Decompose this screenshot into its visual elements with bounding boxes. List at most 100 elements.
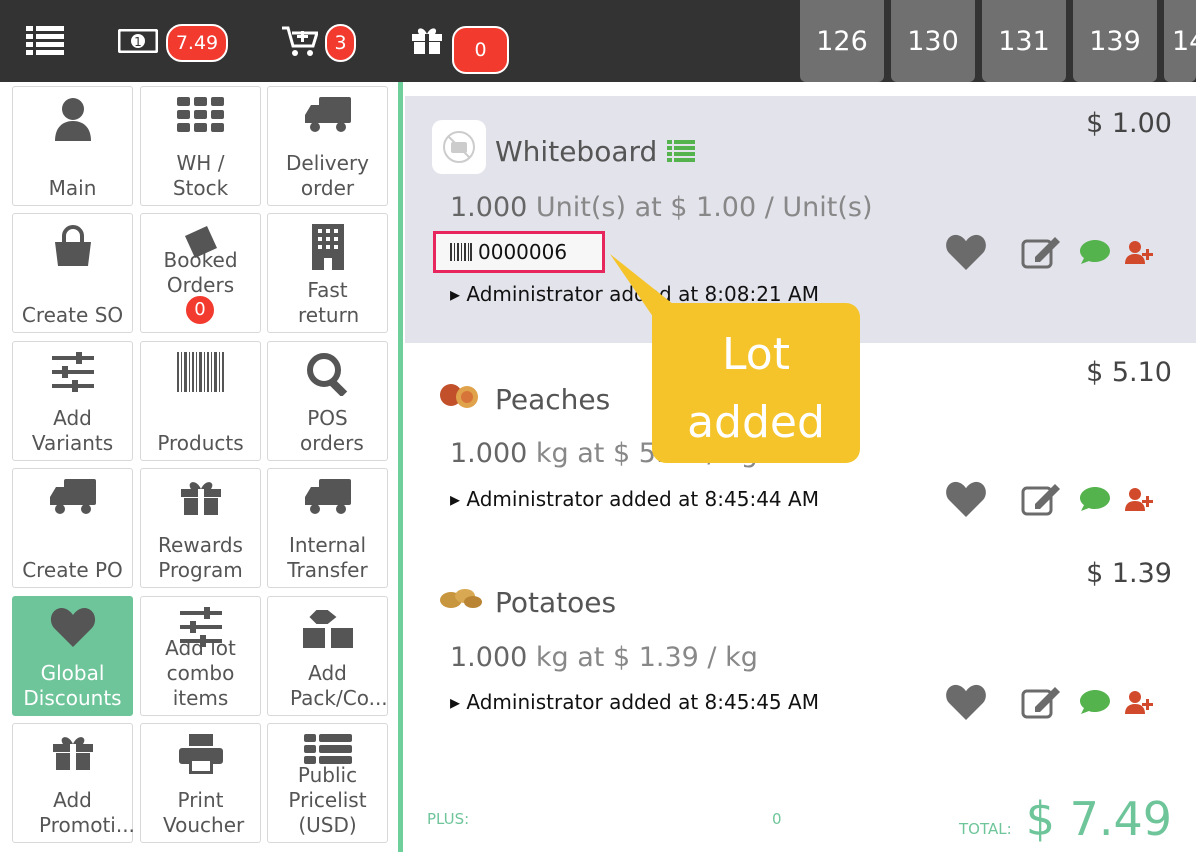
- cubes-icon: [268, 607, 387, 651]
- tile-label: Add lot combo items: [165, 636, 236, 710]
- add-user-icon[interactable]: [1125, 487, 1153, 511]
- list-icon: [667, 140, 695, 168]
- table-tab[interactable]: 139: [1073, 0, 1157, 82]
- table-tab[interactable]: 14: [1164, 0, 1196, 82]
- wh-stock-button[interactable]: WH / Stock: [140, 86, 261, 206]
- product-name: Potatoes: [495, 586, 617, 619]
- line-note: ▸ Administrator added at 8:45:45 AM: [450, 690, 819, 714]
- lot-number[interactable]: 0000006: [433, 231, 605, 273]
- line-price: $ 1.39: [1086, 558, 1172, 589]
- note-text: Administrator added at 8:45:45 AM: [466, 690, 819, 714]
- heart-icon: [13, 607, 132, 651]
- create-so-button[interactable]: Create SO: [12, 213, 133, 333]
- barcode-icon: [450, 243, 472, 261]
- fast-return-button[interactable]: Fast return: [267, 213, 388, 333]
- heart-icon[interactable]: [945, 481, 987, 517]
- tile-label: Add Variants: [31, 406, 114, 455]
- comment-icon[interactable]: [1079, 486, 1111, 512]
- gift-icon: [13, 734, 132, 778]
- line-price: $ 5.10: [1086, 357, 1172, 388]
- tile-label: Main: [48, 176, 97, 200]
- qty-value: 1.000: [450, 438, 528, 469]
- user-icon: [13, 97, 132, 141]
- tile-label: Products: [157, 431, 244, 455]
- cash-icon[interactable]: 1: [117, 28, 159, 57]
- product-image: [439, 586, 483, 614]
- plus-label: PLUS:: [427, 810, 470, 828]
- tile-label: Public Pricelist (USD): [288, 763, 367, 837]
- total-label: TOTAL:: [959, 820, 1012, 838]
- svg-text:1: 1: [134, 35, 142, 49]
- public-pricelist-button[interactable]: Public Pricelist (USD): [267, 723, 388, 843]
- product-name: Whiteboard: [495, 135, 658, 168]
- table-tab[interactable]: 131: [982, 0, 1066, 82]
- main-button[interactable]: Main: [12, 86, 133, 206]
- tile-label: Add Promoti...: [39, 788, 135, 837]
- gift-icon: [141, 479, 260, 523]
- plus-value: 0: [772, 810, 782, 828]
- qty-value: 1.000: [450, 192, 528, 223]
- pos-orders-button[interactable]: POS orders: [267, 341, 388, 461]
- add-user-icon[interactable]: [1125, 690, 1153, 714]
- comment-icon[interactable]: [1079, 239, 1111, 265]
- lot-value: 0000006: [478, 240, 568, 264]
- cart-icon[interactable]: [282, 26, 320, 62]
- booked-count-badge: 0: [184, 294, 216, 326]
- line-price: $ 1.00: [1086, 108, 1172, 139]
- booked-orders-button[interactable]: Booked Orders 0: [140, 213, 261, 333]
- unit-text: kg at $ 1.39 / kg: [535, 642, 758, 673]
- lot-added-callout: Lot added: [652, 303, 860, 463]
- line-quantity: 1.000 kg at $ 1.39 / kg: [450, 642, 758, 673]
- create-po-button[interactable]: Create PO: [12, 468, 133, 588]
- tile-label: Add Pack/Co...: [290, 661, 388, 710]
- add-variants-button[interactable]: Add Variants: [12, 341, 133, 461]
- edit-icon[interactable]: [1021, 482, 1061, 516]
- order-summary: PLUS: 0 TOTAL: $ 7.49: [405, 780, 1196, 852]
- gift-icon[interactable]: [411, 25, 443, 59]
- edit-icon[interactable]: [1021, 235, 1061, 269]
- note-text: Administrator added at 8:45:44 AM: [466, 487, 819, 511]
- gift-badge: 0: [452, 26, 509, 74]
- line-actions: [945, 234, 1153, 270]
- add-lot-combo-button[interactable]: Add lot combo items: [140, 596, 261, 716]
- line-quantity: 1.000 Unit(s) at $ 1.00 / Unit(s): [450, 192, 873, 223]
- tile-label: Booked Orders: [163, 248, 238, 297]
- edit-icon[interactable]: [1021, 685, 1061, 719]
- delivery-order-button[interactable]: Delivery order: [267, 86, 388, 206]
- table-tab[interactable]: 130: [891, 0, 975, 82]
- print-voucher-button[interactable]: Print Voucher: [140, 723, 261, 843]
- products-button[interactable]: Products: [140, 341, 261, 461]
- rewards-program-button[interactable]: Rewards Program: [140, 468, 261, 588]
- tile-label: Rewards Program: [158, 533, 243, 582]
- tile-label: Create PO: [22, 558, 123, 582]
- tile-label: POS orders: [300, 406, 364, 455]
- printer-icon: [141, 734, 260, 778]
- tile-label: Print Voucher: [163, 788, 245, 837]
- add-user-icon[interactable]: [1125, 240, 1153, 264]
- internal-transfer-button[interactable]: Internal Transfer: [267, 468, 388, 588]
- cash-badge: 7.49: [166, 24, 228, 62]
- tile-label: WH / Stock: [172, 151, 229, 200]
- add-promotion-button[interactable]: Add Promoti...: [12, 723, 135, 843]
- truck-icon: [268, 479, 387, 523]
- menu-list-icon[interactable]: [26, 26, 64, 60]
- line-actions: [945, 684, 1153, 720]
- heart-icon[interactable]: [945, 684, 987, 720]
- heart-icon[interactable]: [945, 234, 987, 270]
- barcode-icon: [141, 352, 260, 396]
- comment-icon[interactable]: [1079, 689, 1111, 715]
- truck-icon: [268, 97, 387, 141]
- product-name: Peaches: [495, 383, 611, 416]
- line-note: ▸ Administrator added at 8:45:44 AM: [450, 487, 819, 511]
- building-icon: [268, 224, 387, 270]
- global-discounts-button[interactable]: Global Discounts: [12, 596, 133, 716]
- search-icon: [268, 352, 387, 396]
- table-tab[interactable]: 126: [800, 0, 884, 82]
- orderline[interactable]: $ 1.39 Potatoes 1.000 kg at $ 1.39 / kg …: [405, 548, 1196, 753]
- truck-icon: [13, 479, 132, 523]
- add-pack-button[interactable]: Add Pack/Co...: [267, 596, 388, 716]
- callout-line2: added: [687, 397, 825, 448]
- callout-line1: Lot: [722, 329, 790, 380]
- panel-divider: [398, 82, 403, 852]
- total-amount: $ 7.49: [1025, 792, 1172, 846]
